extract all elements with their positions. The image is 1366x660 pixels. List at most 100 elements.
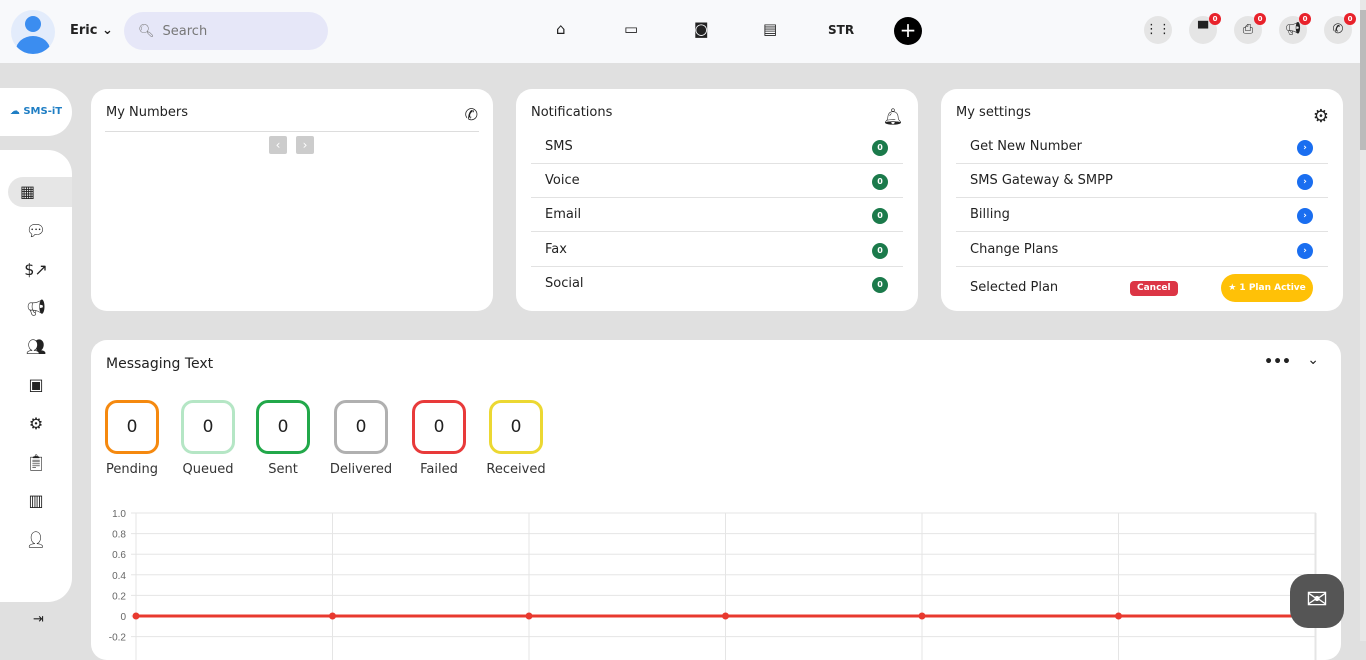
chevron-right-icon: ›: [1297, 208, 1313, 224]
row-label: Voice: [545, 173, 580, 188]
chat-icon[interactable]: 💬︎: [0, 216, 72, 246]
bell-icon: 🔔︎: [882, 107, 903, 126]
more-options-icon[interactable]: •••: [1264, 354, 1291, 370]
stat-value: 0: [489, 400, 543, 454]
row-label: SMS: [545, 139, 573, 154]
stat-sent[interactable]: 0 Sent: [248, 400, 318, 477]
card-title: My Numbers: [106, 105, 189, 120]
billing-link[interactable]: Billing ›: [956, 198, 1328, 232]
chip-icon[interactable]: ▣: [0, 370, 72, 400]
stat-pending[interactable]: 0 Pending: [97, 400, 167, 477]
selected-plan-row: Selected Plan Cancel ★ 1 Plan Active: [956, 267, 1328, 309]
users-gear-icon[interactable]: 👥︎: [0, 332, 72, 362]
collapse-sidebar-icon[interactable]: ⇥: [33, 612, 44, 627]
stat-value: 0: [412, 400, 466, 454]
messaging-text-card: Messaging Text ••• ⌄ 0 Pending 0 Queued 0 Sen…: [91, 340, 1341, 660]
get-new-number-link[interactable]: Get New Number ›: [956, 130, 1328, 164]
stat-queued[interactable]: 0 Queued: [173, 400, 243, 477]
badge: 0: [1209, 13, 1221, 25]
y-tick-label: 0.6: [112, 550, 126, 561]
dashboard-icon[interactable]: ▦: [8, 177, 72, 207]
messaging-chart: 1.0 0.8 0.6 0.4 0.2 0 -0.2: [109, 509, 1319, 660]
data-point: [329, 612, 336, 620]
str-link[interactable]: STR: [828, 23, 854, 37]
avatar[interactable]: [11, 10, 55, 54]
my-numbers-card: My Numbers ✆ ‹ ›: [91, 89, 493, 311]
clipboard-icon[interactable]: 📋︎: [0, 448, 72, 478]
sidebar: ▦ 💬︎ $↗ 📢︎ 👥︎ ▣ ⚙ 📋︎ ▥ 👤︎: [0, 150, 72, 602]
money-growth-icon[interactable]: $↗: [0, 255, 72, 285]
count-badge: 0: [872, 277, 888, 293]
notification-email[interactable]: Email 0: [531, 198, 903, 232]
data-point: [1115, 612, 1122, 620]
data-point: [525, 612, 533, 620]
count-badge: 0: [872, 243, 888, 259]
plan-active-text: 1 Plan Active: [1239, 283, 1306, 293]
settings-card: My settings ⚙ Get New Number › SMS Gatewa…: [941, 89, 1343, 311]
y-tick-label: 0.2: [112, 591, 126, 602]
mail-fab[interactable]: ✉: [1290, 574, 1344, 628]
change-plans-link[interactable]: Change Plans ›: [956, 233, 1328, 267]
logo-text: SMS-iT: [23, 106, 63, 117]
data-point: [132, 612, 140, 620]
plan-active-badge[interactable]: ★ 1 Plan Active: [1221, 274, 1313, 302]
stat-value: 0: [105, 400, 159, 454]
notification-voice[interactable]: Voice 0: [531, 164, 903, 198]
count-badge: 0: [872, 208, 888, 224]
chat-notifications-button[interactable]: ▀ 0: [1189, 13, 1221, 44]
stat-label: Received: [486, 462, 546, 477]
badge: 0: [1344, 13, 1356, 25]
row-label: Billing: [970, 207, 1010, 222]
notification-sms[interactable]: SMS 0: [531, 130, 903, 164]
user-icon[interactable]: 👤︎: [0, 525, 72, 555]
chevron-right-icon: ›: [1297, 243, 1313, 259]
user-name: Eric: [70, 23, 98, 38]
top-bar: Eric ⌄ 🔍︎ Search ⌂ ▭ ◙ ▤ STR + ⋮⋮ ▀ 0 ⎙ 0 📢…: [0, 0, 1366, 63]
notifications-card: Notifications 🔔︎ SMS 0 Voice 0 Email 0 Fax 0…: [516, 89, 918, 311]
fax-notifications-button[interactable]: ⎙ 0: [1234, 13, 1266, 44]
row-label: SMS Gateway & SMPP: [970, 173, 1113, 188]
logo[interactable]: ☁ SMS-iT: [0, 88, 72, 136]
stat-delivered[interactable]: 0 Delivered: [326, 400, 396, 477]
row-label: Fax: [545, 242, 567, 257]
scrollbar[interactable]: [1360, 0, 1366, 641]
count-badge: 0: [872, 174, 888, 190]
gear-icon[interactable]: ⚙: [0, 409, 72, 439]
sms-gateway-link[interactable]: SMS Gateway & SMPP ›: [956, 164, 1328, 198]
next-button[interactable]: ›: [296, 136, 314, 154]
monitor-icon[interactable]: ▭: [624, 20, 638, 38]
stat-received[interactable]: 0 Received: [481, 400, 551, 477]
card-title: My settings: [956, 105, 1031, 120]
gear-icon[interactable]: ⚙: [1313, 106, 1329, 127]
apps-grid-icon[interactable]: ⋮⋮: [1144, 16, 1172, 44]
store-icon[interactable]: ▥: [0, 486, 72, 516]
cancel-plan-button[interactable]: Cancel: [1130, 281, 1178, 296]
row-label: Social: [545, 276, 584, 291]
megaphone-notifications-button[interactable]: 📢︎ 0: [1279, 13, 1311, 44]
search-input[interactable]: 🔍︎ Search: [124, 12, 328, 50]
robot-icon[interactable]: ◙: [694, 20, 709, 38]
stat-label: Pending: [106, 462, 158, 477]
y-tick-label: 0: [120, 612, 126, 623]
notification-fax[interactable]: Fax 0: [531, 233, 903, 267]
count-badge: 0: [872, 140, 888, 156]
stat-failed[interactable]: 0 Failed: [404, 400, 474, 477]
chevron-down-icon[interactable]: ⌄: [1307, 352, 1319, 368]
stat-label: Delivered: [329, 462, 393, 477]
megaphone-icon[interactable]: 📢︎: [0, 293, 72, 323]
stat-label: Queued: [182, 462, 234, 477]
notification-social[interactable]: Social 0: [531, 267, 903, 301]
search-placeholder: Search: [162, 23, 208, 39]
user-menu[interactable]: Eric ⌄: [70, 23, 113, 38]
chevron-right-icon: ›: [1297, 174, 1313, 190]
y-tick-label: 0.8: [112, 530, 126, 541]
add-button[interactable]: +: [894, 17, 922, 45]
stat-label: Sent: [268, 462, 298, 477]
search-icon: 🔍︎: [138, 23, 155, 39]
data-point: [918, 612, 926, 620]
prev-button[interactable]: ‹: [269, 136, 287, 154]
stat-value: 0: [181, 400, 235, 454]
phone-notifications-button[interactable]: ✆ 0: [1324, 13, 1356, 44]
store-icon[interactable]: ▤: [763, 20, 777, 38]
home-icon[interactable]: ⌂: [556, 20, 566, 38]
